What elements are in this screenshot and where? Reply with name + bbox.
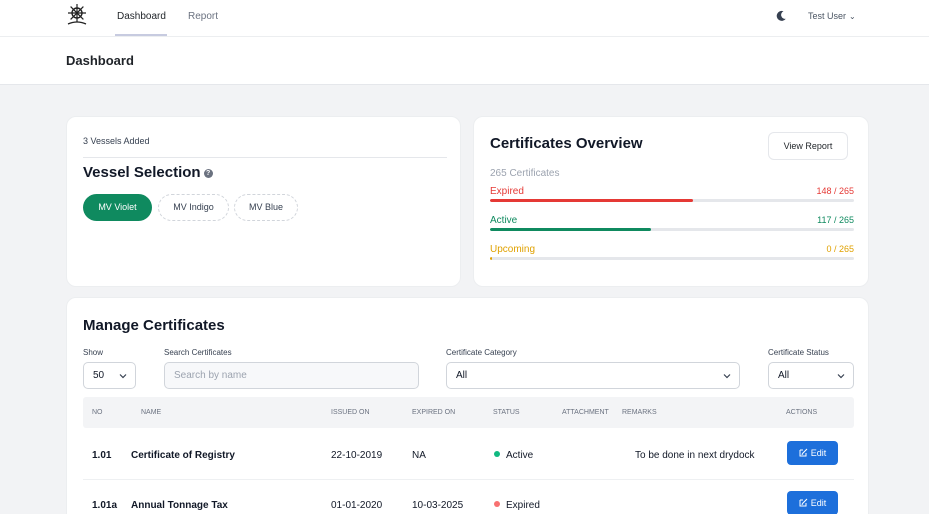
status-dot-icon (494, 501, 500, 507)
progress-value: 0 / 265 (826, 244, 854, 254)
user-name: Test User (808, 11, 847, 21)
cell-name: Certificate of Registry (131, 450, 235, 461)
column-header-no[interactable]: NO (92, 409, 103, 416)
tab-dashboard[interactable]: Dashboard (117, 11, 166, 22)
view-report-button[interactable]: View Report (768, 132, 848, 160)
column-header-actions: ACTIONS (786, 409, 818, 416)
overview-title: Certificates Overview (490, 135, 643, 152)
progress-track (490, 228, 854, 231)
vessel-selection-title: Vessel Selection? (83, 164, 213, 181)
chevron-down-icon (723, 374, 731, 379)
progress-value: 148 / 265 (816, 186, 854, 196)
vessel-selection-card: 3 Vessels Added Vessel Selection? MV Vio… (66, 116, 461, 287)
manage-certificates-card: Manage Certificates Show Search Certific… (66, 297, 869, 514)
cell-name: Annual Tonnage Tax (131, 500, 228, 511)
cell-status: Expired (494, 500, 540, 511)
vessel-pill-mv-indigo[interactable]: MV Indigo (158, 194, 229, 221)
page-size-value: 50 (93, 370, 105, 381)
cell-remarks: To be done in next drydock (635, 450, 755, 461)
category-label: Certificate Category (446, 348, 517, 357)
status-select[interactable]: All (768, 362, 854, 389)
page-size-select[interactable]: 50 (83, 362, 136, 389)
status-label: Certificate Status (768, 348, 829, 357)
table-header: NO NAME ISSUED ON EXPIRED ON STATUS ATTA… (83, 397, 854, 428)
column-header-remarks[interactable]: REMARKS (622, 409, 657, 416)
column-header-name[interactable]: NAME (141, 409, 161, 416)
vessel-pill-mv-violet[interactable]: MV Violet (83, 194, 152, 221)
edit-icon (799, 448, 808, 457)
edit-button[interactable]: Edit (787, 491, 838, 514)
table-row: 1.01a Annual Tonnage Tax 01-01-2020 10-0… (83, 480, 854, 514)
column-header-issued-on[interactable]: ISSUED ON (331, 409, 370, 416)
table-row: 1.01 Certificate of Registry 22-10-2019 … (83, 430, 854, 480)
status-value: All (778, 370, 790, 381)
help-icon[interactable]: ? (203, 169, 213, 178)
search-input[interactable]: Search by name (164, 362, 419, 389)
top-navbar: Dashboard Report Test User ⌄ (0, 0, 929, 37)
progress-label: Expired (490, 186, 524, 197)
status-dot-icon (494, 451, 500, 457)
page-title: Dashboard (66, 53, 134, 68)
progress-fill (490, 257, 492, 260)
column-header-expired-on[interactable]: EXPIRED ON (412, 409, 455, 416)
total-certificates: 265 Certificates (490, 168, 560, 179)
search-label: Search Certificates (164, 348, 232, 357)
progress-fill (490, 199, 694, 202)
column-header-status[interactable]: STATUS (493, 409, 520, 416)
progress-label: Upcoming (490, 244, 536, 255)
cell-issued-on: 01-01-2020 (331, 500, 383, 511)
vessels-added-count: 3 Vessels Added (83, 136, 150, 146)
progress-value: 117 / 265 (817, 215, 854, 225)
active-tab-indicator (115, 34, 167, 36)
ship-wheel-icon[interactable] (66, 3, 88, 27)
show-label: Show (83, 348, 104, 357)
cell-no: 1.01a (92, 500, 118, 511)
progress-track (490, 257, 854, 260)
edit-button[interactable]: Edit (787, 441, 838, 465)
cell-status: Active (494, 450, 533, 461)
chevron-down-icon (837, 374, 845, 379)
moon-icon[interactable] (775, 10, 787, 22)
divider (83, 157, 447, 158)
certificates-overview-card: Certificates Overview View Report 265 Ce… (473, 116, 869, 287)
edit-icon (799, 498, 808, 507)
manage-title: Manage Certificates (83, 317, 225, 334)
tab-report[interactable]: Report (188, 11, 218, 22)
vessel-pill-mv-blue[interactable]: MV Blue (234, 194, 298, 221)
cell-expired-on: NA (412, 450, 426, 461)
chevron-down-icon: ⌄ (849, 12, 856, 21)
progress-label: Active (490, 215, 518, 226)
cell-no: 1.01 (92, 450, 112, 461)
search-placeholder: Search by name (174, 370, 247, 381)
user-menu[interactable]: Test User ⌄ (808, 11, 856, 21)
cell-issued-on: 22-10-2019 (331, 450, 383, 461)
cell-expired-on: 10-03-2025 (412, 500, 464, 511)
progress-track (490, 199, 854, 202)
category-value: All (456, 370, 468, 381)
category-select[interactable]: All (446, 362, 740, 389)
column-header-attachment[interactable]: ATTACHMENT (562, 409, 609, 416)
chevron-down-icon (119, 374, 127, 379)
page-header: Dashboard (0, 37, 929, 85)
progress-fill (490, 228, 651, 231)
